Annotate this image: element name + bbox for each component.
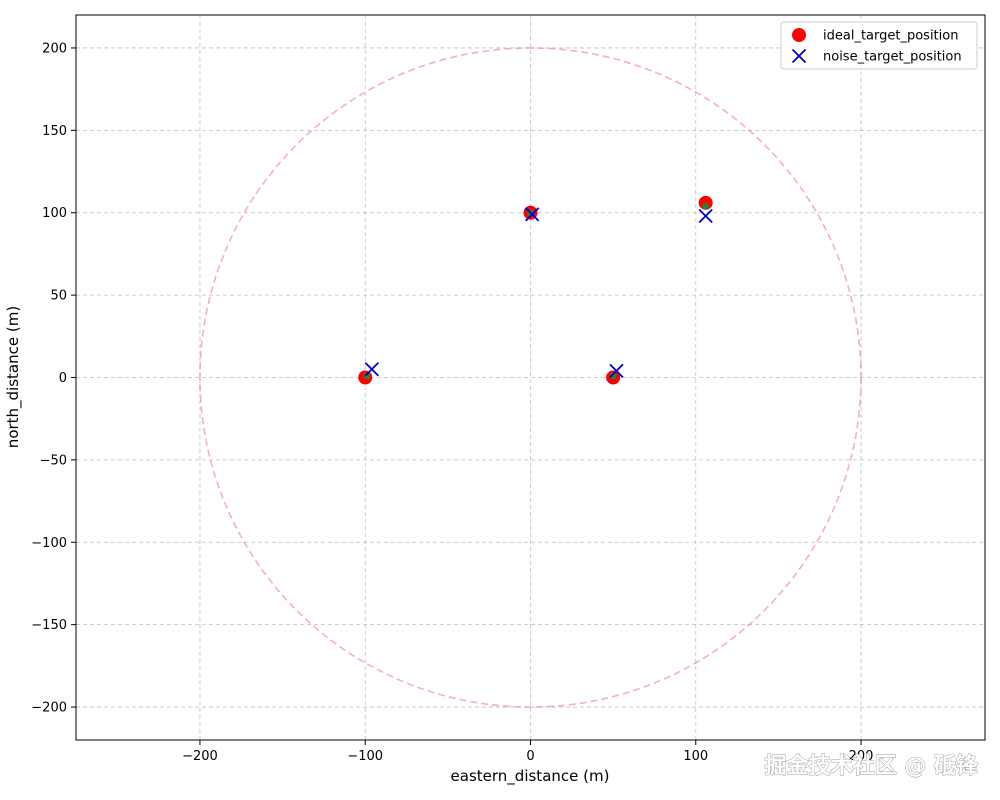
x-tick-label: −100	[347, 749, 383, 764]
y-tick-label: −200	[31, 701, 67, 716]
legend: ideal_target_position noise_target_positi…	[780, 21, 978, 70]
legend-ideal-marker	[792, 28, 806, 42]
legend-ideal-label: ideal_target_position	[823, 29, 958, 44]
y-tick-label: 100	[42, 206, 67, 221]
x-tick-label: −200	[182, 749, 218, 764]
y-tick-label: −50	[40, 453, 67, 468]
y-tick-label: 150	[42, 124, 67, 139]
scatter-chart: −200 −100 0 100 200−200−150−100−500501001502…	[4, 14, 986, 786]
y-axis-label: north_distance (m)	[4, 306, 23, 448]
y-tick-label: −150	[31, 618, 67, 633]
y-tick-label: 50	[50, 289, 67, 304]
x-tick-label: 100	[683, 749, 708, 764]
estimate-point	[702, 202, 710, 210]
legend-noise-label: noise_target_position	[823, 50, 962, 65]
x-axis-label: eastern_distance (m)	[451, 767, 610, 786]
y-tick-label: −100	[31, 536, 67, 551]
y-tick-label: 200	[42, 41, 67, 56]
watermark: 掘金技术社区 @ 砥锋	[765, 753, 979, 779]
y-tick-label: 0	[59, 371, 67, 386]
x-tick-label: 0	[526, 749, 534, 764]
